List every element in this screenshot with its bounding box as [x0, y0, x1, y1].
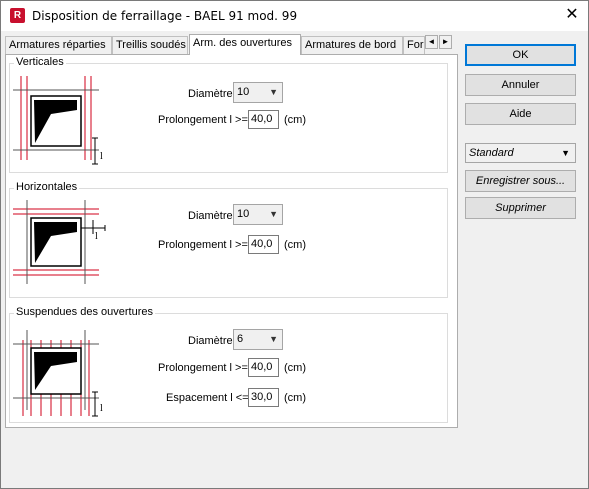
group-title-horizontales: Horizontales	[14, 181, 80, 193]
suspendues-espacement-unit: (cm)	[284, 392, 306, 404]
group-horizontales: Horizontales l Diamètre 10 ▼ Prolongemen	[9, 181, 448, 298]
tab-scroll-left-icon[interactable]: ◄	[425, 35, 438, 49]
suspendues-diametre-select[interactable]: 6 ▼	[233, 329, 283, 350]
horizontales-diagram-mark: l	[95, 231, 98, 242]
tab-arm-des-ouvertures[interactable]: Arm. des ouvertures	[189, 34, 301, 55]
suspendues-diametre-value: 6	[237, 333, 244, 345]
close-icon[interactable]: ✕	[564, 7, 580, 23]
tab-armatures-reparties[interactable]: Armatures réparties	[5, 36, 112, 54]
verticales-diametre-value: 10	[237, 86, 250, 98]
group-title-verticales: Verticales	[14, 56, 66, 68]
suspendues-espacement-field[interactable]: 30,0	[248, 388, 279, 407]
horizontales-prolongement-unit: (cm)	[284, 239, 306, 251]
tab-scroll-right-icon[interactable]: ►	[439, 35, 452, 49]
horizontales-diagram: l	[13, 200, 106, 284]
horizontales-diametre-value: 10	[237, 208, 250, 220]
tab-strip: Armatures réparties Treillis soudés Arm.…	[5, 34, 452, 55]
group-title-suspendues: Suspendues des ouvertures	[14, 306, 155, 318]
chevron-down-icon: ▼	[561, 148, 570, 158]
group-suspendues: Suspendues des ouvertures l Diamètre 6 ▼…	[9, 306, 448, 423]
group-verticales: Verticales l Diamètre 10 ▼ Prolongement	[9, 56, 448, 173]
suspendues-espacement-label: Espacement l <=	[166, 392, 249, 404]
tab-treillis-soudes[interactable]: Treillis soudés	[112, 36, 188, 54]
horizontales-diametre-select[interactable]: 10 ▼	[233, 204, 283, 225]
suspendues-prolongement-unit: (cm)	[284, 362, 306, 374]
verticales-diametre-label: Diamètre	[188, 88, 233, 100]
chevron-down-icon: ▼	[269, 87, 278, 97]
suspendues-prolongement-field[interactable]: 40,0	[248, 358, 279, 377]
verticales-prolongement-field[interactable]: 40,0	[248, 110, 279, 129]
tab-panel-ouvertures: Verticales l Diamètre 10 ▼ Prolongement	[5, 54, 458, 428]
horizontales-diametre-label: Diamètre	[188, 210, 233, 222]
tab-fo[interactable]: For	[403, 36, 425, 54]
preset-select[interactable]: Standard ▼	[465, 143, 576, 163]
suspendues-diagram-mark: l	[100, 403, 103, 414]
supprimer-button[interactable]: Supprimer	[465, 197, 576, 219]
enregistrer-sous-button[interactable]: Enregistrer sous...	[465, 170, 576, 192]
tab-armatures-de-bord[interactable]: Armatures de bord	[301, 36, 403, 54]
chevron-down-icon: ▼	[269, 209, 278, 219]
verticales-diagram-mark: l	[100, 151, 103, 162]
horizontales-prolongement-field[interactable]: 40,0	[248, 235, 279, 254]
verticales-diametre-select[interactable]: 10 ▼	[233, 82, 283, 103]
title-bar: R Disposition de ferraillage - BAEL 91 m…	[1, 1, 588, 31]
aide-button[interactable]: Aide	[465, 103, 576, 125]
ok-button[interactable]: OK	[465, 44, 576, 66]
suspendues-diagram: l	[13, 330, 103, 417]
dialog-window: R Disposition de ferraillage - BAEL 91 m…	[0, 0, 589, 489]
preset-value: Standard	[469, 147, 514, 159]
chevron-down-icon: ▼	[269, 334, 278, 344]
verticales-prolongement-unit: (cm)	[284, 114, 306, 126]
horizontales-prolongement-label: Prolongement l >=	[158, 239, 248, 251]
verticales-prolongement-label: Prolongement l >=	[158, 114, 248, 126]
suspendues-diametre-label: Diamètre	[188, 335, 233, 347]
verticales-diagram: l	[13, 76, 103, 165]
revit-app-icon: R	[10, 8, 25, 23]
annuler-button[interactable]: Annuler	[465, 74, 576, 96]
suspendues-prolongement-label: Prolongement l >=	[158, 362, 248, 374]
window-title: Disposition de ferraillage - BAEL 91 mod…	[32, 9, 298, 23]
